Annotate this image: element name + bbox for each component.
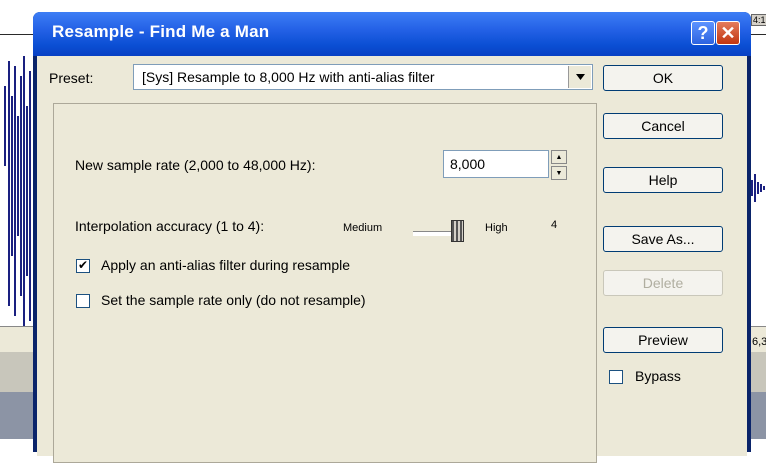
sample-rate-label: New sample rate (2,000 to 48,000 Hz): [75, 157, 316, 173]
save-as-button[interactable]: Save As... [603, 226, 723, 252]
dialog-titlebar[interactable]: Resample - Find Me a Man ? ✕ [33, 12, 751, 56]
interpolation-slider-thumb[interactable] [451, 220, 464, 242]
sample-rate-input[interactable]: 8,000 [443, 150, 549, 178]
time-label: 4:1 [751, 14, 766, 26]
cancel-button[interactable]: Cancel [603, 113, 723, 139]
dialog-client-area: Preset: [Sys] Resample to 8,000 Hz with … [37, 56, 747, 463]
dropdown-arrow-icon[interactable] [568, 66, 591, 88]
interpolation-value: 4 [551, 219, 558, 231]
preset-label: Preset: [49, 70, 94, 86]
rate-only-label[interactable]: Set the sample rate only (do not resampl… [101, 292, 366, 308]
close-icon[interactable]: ✕ [716, 21, 740, 45]
preset-dropdown[interactable]: [Sys] Resample to 8,000 Hz with anti-ali… [133, 64, 593, 90]
delete-button[interactable]: Delete [603, 270, 723, 296]
rate-only-checkbox[interactable] [76, 294, 90, 308]
interpolation-max-label: High [485, 222, 508, 234]
dropdown-arrow-glyph [575, 74, 585, 80]
anti-alias-label[interactable]: Apply an anti-alias filter during resamp… [101, 257, 350, 273]
interpolation-min-label: Medium [343, 222, 383, 234]
sample-rate-spinner[interactable]: ▲ ▼ [551, 150, 567, 180]
help-button[interactable]: Help [603, 167, 723, 193]
spin-up-icon[interactable]: ▲ [551, 150, 567, 164]
dialog-title: Resample - Find Me a Man [52, 22, 270, 41]
ok-button[interactable]: OK [603, 65, 723, 91]
spin-down-icon[interactable]: ▼ [551, 166, 567, 180]
help-icon[interactable]: ? [691, 21, 715, 45]
bypass-label[interactable]: Bypass [635, 368, 681, 384]
position-label: 6,3 [752, 336, 766, 348]
anti-alias-checkbox[interactable] [76, 258, 90, 273]
interpolation-label: Interpolation accuracy (1 to 4): [75, 218, 265, 234]
preview-button[interactable]: Preview [603, 327, 723, 353]
bypass-checkbox[interactable] [609, 370, 623, 384]
resample-dialog: Resample - Find Me a Man ? ✕ Preset: [Sy… [33, 12, 751, 463]
preset-value: [Sys] Resample to 8,000 Hz with anti-ali… [142, 69, 435, 85]
